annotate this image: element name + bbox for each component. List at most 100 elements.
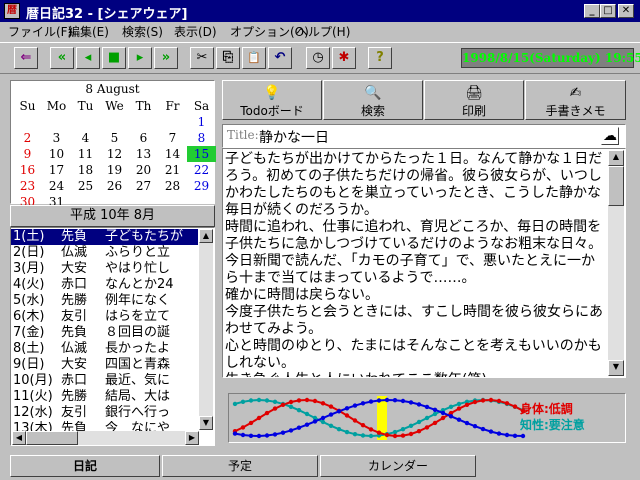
biorhythm-point	[320, 401, 326, 406]
close-button[interactable]: ✕	[618, 4, 634, 18]
alarm-icon[interactable]: ✱	[332, 47, 356, 69]
body-scroll-thumb[interactable]	[608, 166, 624, 206]
calendar-day[interactable]: 16	[13, 162, 42, 178]
row-title: なんとか24	[105, 277, 174, 292]
scroll-right-button[interactable]: ▶	[185, 431, 199, 445]
menu-help[interactable]: ヘルプ(H)	[296, 23, 350, 40]
calendar-day[interactable]: 11	[71, 146, 100, 162]
print-button[interactable]: 🖨 印刷	[424, 80, 524, 120]
list-vertical-scrollbar[interactable]: ▲ ▼	[199, 229, 213, 430]
diary-list-row[interactable]: 6(木) 友引 はらを立て	[11, 309, 198, 325]
biorhythm-point	[304, 422, 310, 427]
calendar-day[interactable]: 28	[158, 178, 187, 194]
title-input[interactable]: 静かな一日	[259, 127, 329, 147]
calendar-day[interactable]: 27	[129, 178, 158, 194]
calendar-day[interactable]: 20	[129, 162, 158, 178]
tab-diary[interactable]: 日記	[10, 455, 160, 477]
tab-calendar[interactable]: カレンダー	[320, 455, 476, 477]
last-entry-icon[interactable]: »	[154, 47, 178, 69]
list-horizontal-scrollbar[interactable]: ◀ ▶	[12, 431, 199, 445]
row-date: 1(土)	[13, 229, 45, 244]
title-bar[interactable]: 暦 暦日記32 - [シェアウェア] _ □ ✕	[0, 0, 640, 22]
body-scroll-up-button[interactable]: ▲	[608, 150, 624, 166]
calendar-day[interactable]: 4	[71, 130, 100, 146]
diary-list-row[interactable]: 5(水) 先勝 例年になく	[11, 293, 198, 309]
scroll-up-button[interactable]: ▲	[199, 229, 213, 243]
body-condition-label: 身体:低調	[520, 402, 573, 416]
diary-list-row[interactable]: 10(月) 赤口 最近、気に	[11, 373, 198, 389]
search-label: 検索	[360, 104, 385, 118]
calendar-day[interactable]: 21	[158, 162, 187, 178]
biorhythm-point	[448, 414, 454, 419]
app-icon[interactable]: 暦	[4, 3, 20, 19]
todo-board-button[interactable]: 💡 Todoボード	[222, 80, 322, 120]
scroll-down-button[interactable]: ▼	[199, 416, 213, 430]
prev-entry-icon[interactable]: ◂	[76, 47, 100, 69]
diary-list-row[interactable]: 3(月) 大安 やはり忙し	[11, 261, 198, 277]
calendar-day[interactable]: 3	[42, 130, 71, 146]
calendar-day[interactable]: 5	[100, 130, 129, 146]
calendar-day[interactable]: 7	[158, 130, 187, 146]
exit-icon[interactable]: ⇐	[14, 47, 38, 69]
calendar-day[interactable]: 22	[187, 162, 216, 178]
search-button[interactable]: 🔍 検索	[323, 80, 423, 120]
menu-view[interactable]: 表示(D)	[174, 23, 217, 40]
calendar-day[interactable]: 24	[42, 178, 71, 194]
biorhythm-point	[368, 427, 374, 432]
body-vertical-scrollbar[interactable]: ▲ ▼	[608, 150, 624, 376]
first-entry-icon[interactable]: «	[50, 47, 74, 69]
calendar-day[interactable]: 18	[71, 162, 100, 178]
calendar-day[interactable]: 15	[187, 146, 216, 162]
calendar-day[interactable]: 14	[158, 146, 187, 162]
calendar-day[interactable]: 19	[100, 162, 129, 178]
row-date: 11(火)	[13, 389, 53, 404]
biorhythm-point	[464, 420, 470, 426]
diary-list-row[interactable]: 2(日) 仏滅 ふらりと立	[11, 245, 198, 261]
clock-icon[interactable]: ◷	[306, 47, 330, 69]
entry-body-text[interactable]: 子どもたちが出かけてからたった１日。なんて静かな１日だろう。初めての子供たちだけ…	[225, 151, 609, 377]
diary-list-row[interactable]: 7(金) 先負 ８回目の誕	[11, 325, 198, 341]
paste-icon[interactable]: 📋	[242, 47, 266, 69]
calendar-day[interactable]: 29	[187, 178, 216, 194]
weather-icon[interactable]: ☁	[601, 127, 619, 145]
calendar-day[interactable]: 26	[100, 178, 129, 194]
diary-list-row[interactable]: 9(日) 大安 四国と青森	[11, 357, 198, 373]
calendar-day[interactable]: 6	[129, 130, 158, 146]
calendar-day[interactable]: 17	[42, 162, 71, 178]
calendar-day[interactable]: 25	[71, 178, 100, 194]
biorhythm-point	[376, 430, 382, 435]
scroll-thumb[interactable]	[26, 431, 78, 445]
diary-list-row[interactable]: 12(水) 友引 銀行へ行っ	[11, 405, 198, 421]
menu-edit[interactable]: 編集(E)	[68, 23, 109, 40]
diary-list-row[interactable]: 8(土) 仏滅 長かったよ	[11, 341, 198, 357]
calendar-day[interactable]: 23	[13, 178, 42, 194]
body-scroll-down-button[interactable]: ▼	[608, 360, 624, 376]
diary-list-row[interactable]: 4(火) 赤口 なんとか24	[11, 277, 198, 293]
diary-list-row[interactable]: 1(土) 先負 子どもたちが	[11, 229, 198, 245]
calendar-day[interactable]: 10	[42, 146, 71, 162]
cut-icon[interactable]: ✂	[190, 47, 214, 69]
calendar-day[interactable]: 8	[187, 130, 216, 146]
help-icon[interactable]: ?	[368, 47, 392, 69]
diary-list[interactable]: 1(土) 先負 子どもたちが 2(日) 仏滅 ふらりと立 3(月) 大安 やはり忙し 4(火) 赤口…	[10, 227, 215, 446]
copy-icon[interactable]: ⎘	[216, 47, 240, 69]
row-date: 8(土)	[13, 341, 45, 356]
calendar-day[interactable]: 12	[100, 146, 129, 162]
scroll-left-button[interactable]: ◀	[12, 431, 26, 445]
minimize-button[interactable]: _	[584, 4, 600, 18]
calendar-day[interactable]: 9	[13, 146, 42, 162]
entry-body-area[interactable]: 子どもたちが出かけてからたった１日。なんて静かな１日だろう。初めての子供たちだけ…	[222, 148, 626, 378]
today-stop-icon[interactable]: ■	[102, 47, 126, 69]
biorhythm-point	[456, 406, 462, 411]
next-entry-icon[interactable]: ▸	[128, 47, 152, 69]
undo-icon[interactable]: ↶	[268, 47, 292, 69]
menu-search[interactable]: 検索(S)	[122, 23, 163, 40]
tab-schedule[interactable]: 予定	[162, 455, 318, 477]
calendar-day[interactable]: 1	[187, 114, 216, 130]
menu-file[interactable]: ファイル(F)	[8, 23, 72, 40]
calendar-day[interactable]: 2	[13, 130, 42, 146]
calendar-day[interactable]: 13	[129, 146, 158, 162]
handwritten-memo-button[interactable]: ✍ 手書きメモ	[525, 80, 626, 120]
diary-list-row[interactable]: 11(火) 先勝 結局、大は	[11, 389, 198, 405]
maximize-button[interactable]: □	[600, 4, 616, 18]
